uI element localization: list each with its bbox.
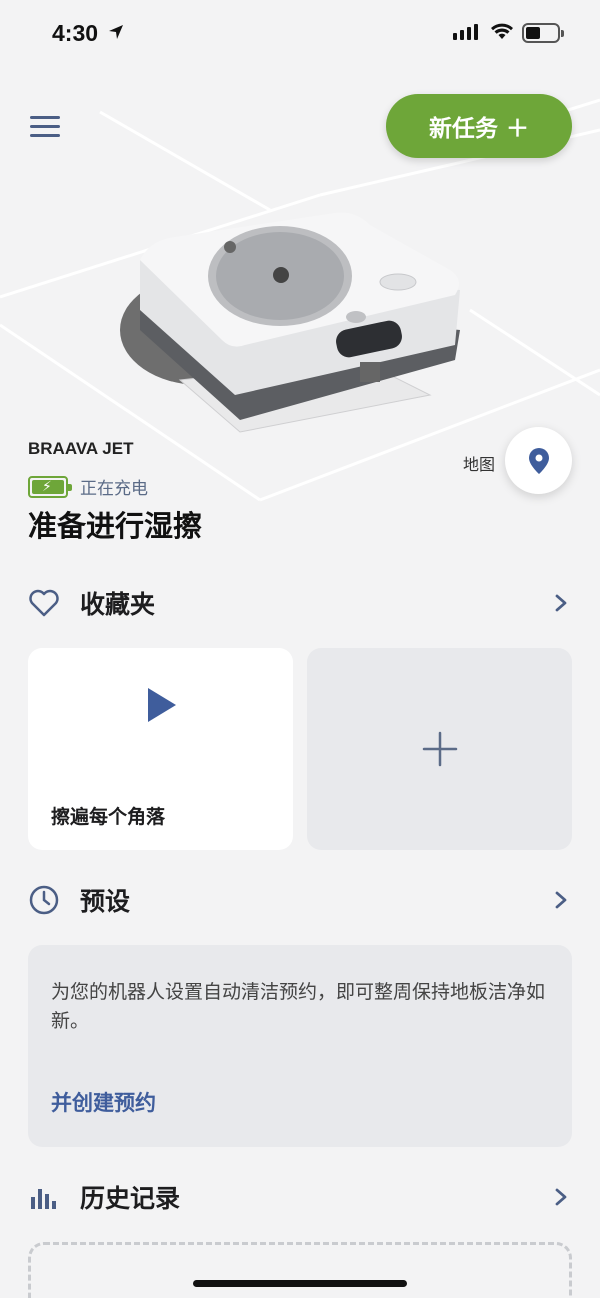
robot-ready-state: 准备进行湿擦 — [28, 509, 203, 543]
map-button[interactable] — [505, 427, 572, 494]
map-pin-icon — [528, 447, 549, 474]
status-battery-icon — [522, 23, 564, 43]
favorites-title: 收藏夹 — [80, 590, 156, 619]
signal-icon — [453, 24, 478, 40]
schedule-description: 为您的机器人设置自动清洁预约，即可整周保持地板洁净如新。 — [51, 981, 546, 1032]
robot-name: BRAAVA JET — [28, 439, 134, 458]
chevron-right-icon — [555, 1188, 567, 1206]
charging-status-text: 正在充电 — [80, 479, 148, 499]
favorite-card[interactable]: 擦遍每个角落 — [28, 648, 293, 850]
plus-icon — [422, 731, 457, 767]
heart-icon — [29, 589, 59, 617]
battery-charging-icon: ⚡ — [28, 475, 72, 498]
chevron-right-icon — [555, 891, 567, 909]
history-title: 历史记录 — [80, 1184, 181, 1213]
wifi-icon — [491, 23, 513, 39]
create-schedule-link[interactable]: 并创建预约 — [51, 1087, 156, 1117]
favorites-header[interactable]: 收藏夹 — [28, 583, 572, 623]
status-time: 4:30 — [52, 20, 99, 46]
map-label: 地图 — [463, 455, 496, 474]
home-indicator[interactable] — [193, 1280, 407, 1287]
chevron-right-icon — [555, 594, 567, 612]
add-favorite-button[interactable] — [307, 648, 572, 850]
location-arrow-icon — [109, 25, 123, 39]
history-card[interactable] — [28, 1242, 572, 1298]
menu-icon[interactable] — [30, 116, 60, 138]
favorite-card-label: 擦遍每个角落 — [51, 806, 166, 828]
clock-icon — [29, 885, 59, 915]
bar-chart-icon — [31, 1189, 56, 1209]
history-header[interactable]: 历史记录 — [28, 1177, 572, 1217]
schedule-title: 预设 — [80, 887, 131, 916]
new-task-button[interactable]: 新任务 ＋ — [386, 94, 572, 158]
charging-status-row: ⚡ 正在充电 — [28, 474, 148, 499]
schedule-header[interactable]: 预设 — [28, 880, 572, 920]
play-icon — [148, 688, 176, 722]
